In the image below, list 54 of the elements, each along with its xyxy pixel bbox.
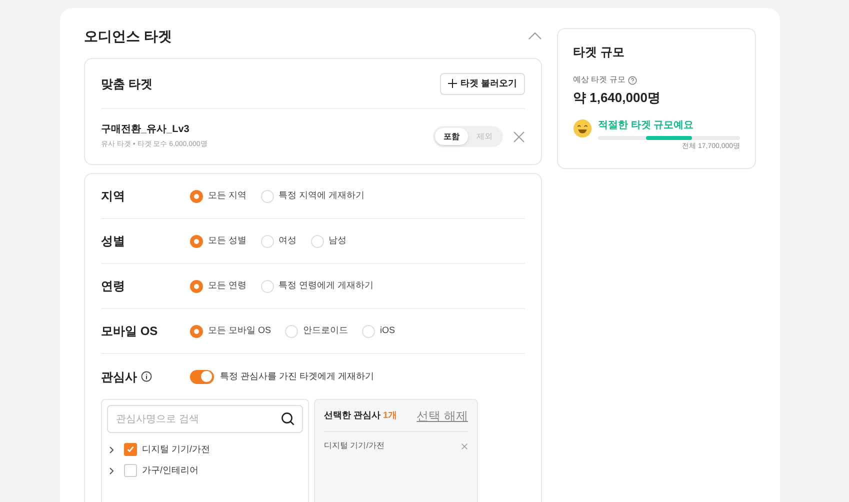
segment-tab[interactable]: 포함 <box>435 128 468 145</box>
radio-button[interactable] <box>190 280 203 292</box>
estimate-value: 약 1,640,000명 <box>573 89 662 107</box>
radio-label: 안드로이드 <box>303 324 348 338</box>
filter-label: 모바일 OS <box>101 323 159 340</box>
panel-title: 선택한 관심사 <box>324 410 381 420</box>
radio-label: 여성 <box>278 234 297 248</box>
radio-label: 모든 성별 <box>208 234 247 248</box>
radio-label: iOS <box>380 324 396 338</box>
info-icon <box>141 371 152 382</box>
radio-button[interactable] <box>285 324 298 338</box>
search-field[interactable]: 관심사명으로 검색 <box>107 405 303 433</box>
filter-label: 성별 <box>101 233 126 250</box>
recommended-range <box>646 136 692 140</box>
chevron-up-icon[interactable] <box>528 32 542 40</box>
help-icon <box>628 76 638 84</box>
estimate-label: 예상 타겟 규모 <box>573 74 626 86</box>
card-title: 맞춤 타겟 <box>101 76 152 92</box>
card-title: 타겟 규모 <box>573 44 626 61</box>
filter-label: 연령 <box>101 278 126 295</box>
radio-label: 특정 연령에게 게재하기 <box>278 279 374 292</box>
radio-button[interactable] <box>260 280 274 292</box>
radio-label: 특정 지역에 게재하기 <box>278 189 365 202</box>
section-title: 오디언스 타겟 <box>84 26 172 46</box>
radio-label: 모든 모바일 OS <box>208 324 272 338</box>
radio-button[interactable] <box>310 234 324 248</box>
selected-count: 1개 <box>383 410 398 420</box>
load-target-button[interactable]: 타겟 불러오기 <box>440 72 525 94</box>
filter-label: 관심사 <box>101 368 137 386</box>
radio-button[interactable] <box>260 190 274 202</box>
toggle-label: 특정 관심사를 가진 타겟에게 게재하기 <box>220 370 374 383</box>
radio-button[interactable] <box>190 324 203 338</box>
checkbox[interactable] <box>124 464 137 477</box>
search-icon <box>281 412 295 426</box>
radio-label: 모든 지역 <box>208 189 247 202</box>
target-name: 구매전환_유사_Lv3 <box>101 123 190 138</box>
category-label: 디지털 기기/가전 <box>142 442 210 456</box>
remove-icon[interactable] <box>461 442 468 450</box>
radio-button[interactable] <box>190 234 203 248</box>
plus-icon <box>448 79 458 88</box>
close-icon[interactable] <box>513 130 525 142</box>
category-label: 가구/인테리어 <box>142 464 199 477</box>
radio-button[interactable] <box>260 234 274 248</box>
smiley-icon <box>573 119 592 138</box>
selected-interest: 디지털 기기/가전 <box>324 440 384 452</box>
toggle-switch[interactable] <box>190 370 214 384</box>
filter-label: 지역 <box>101 188 126 205</box>
radio-label: 모든 연령 <box>208 279 247 292</box>
checkmark-icon <box>126 445 135 454</box>
status-text: 적절한 타겟 규모예요 <box>598 118 695 132</box>
radio-label: 남성 <box>328 234 347 248</box>
radio-button[interactable] <box>362 324 376 338</box>
checkbox[interactable] <box>124 443 137 456</box>
radio-button[interactable] <box>190 190 203 202</box>
